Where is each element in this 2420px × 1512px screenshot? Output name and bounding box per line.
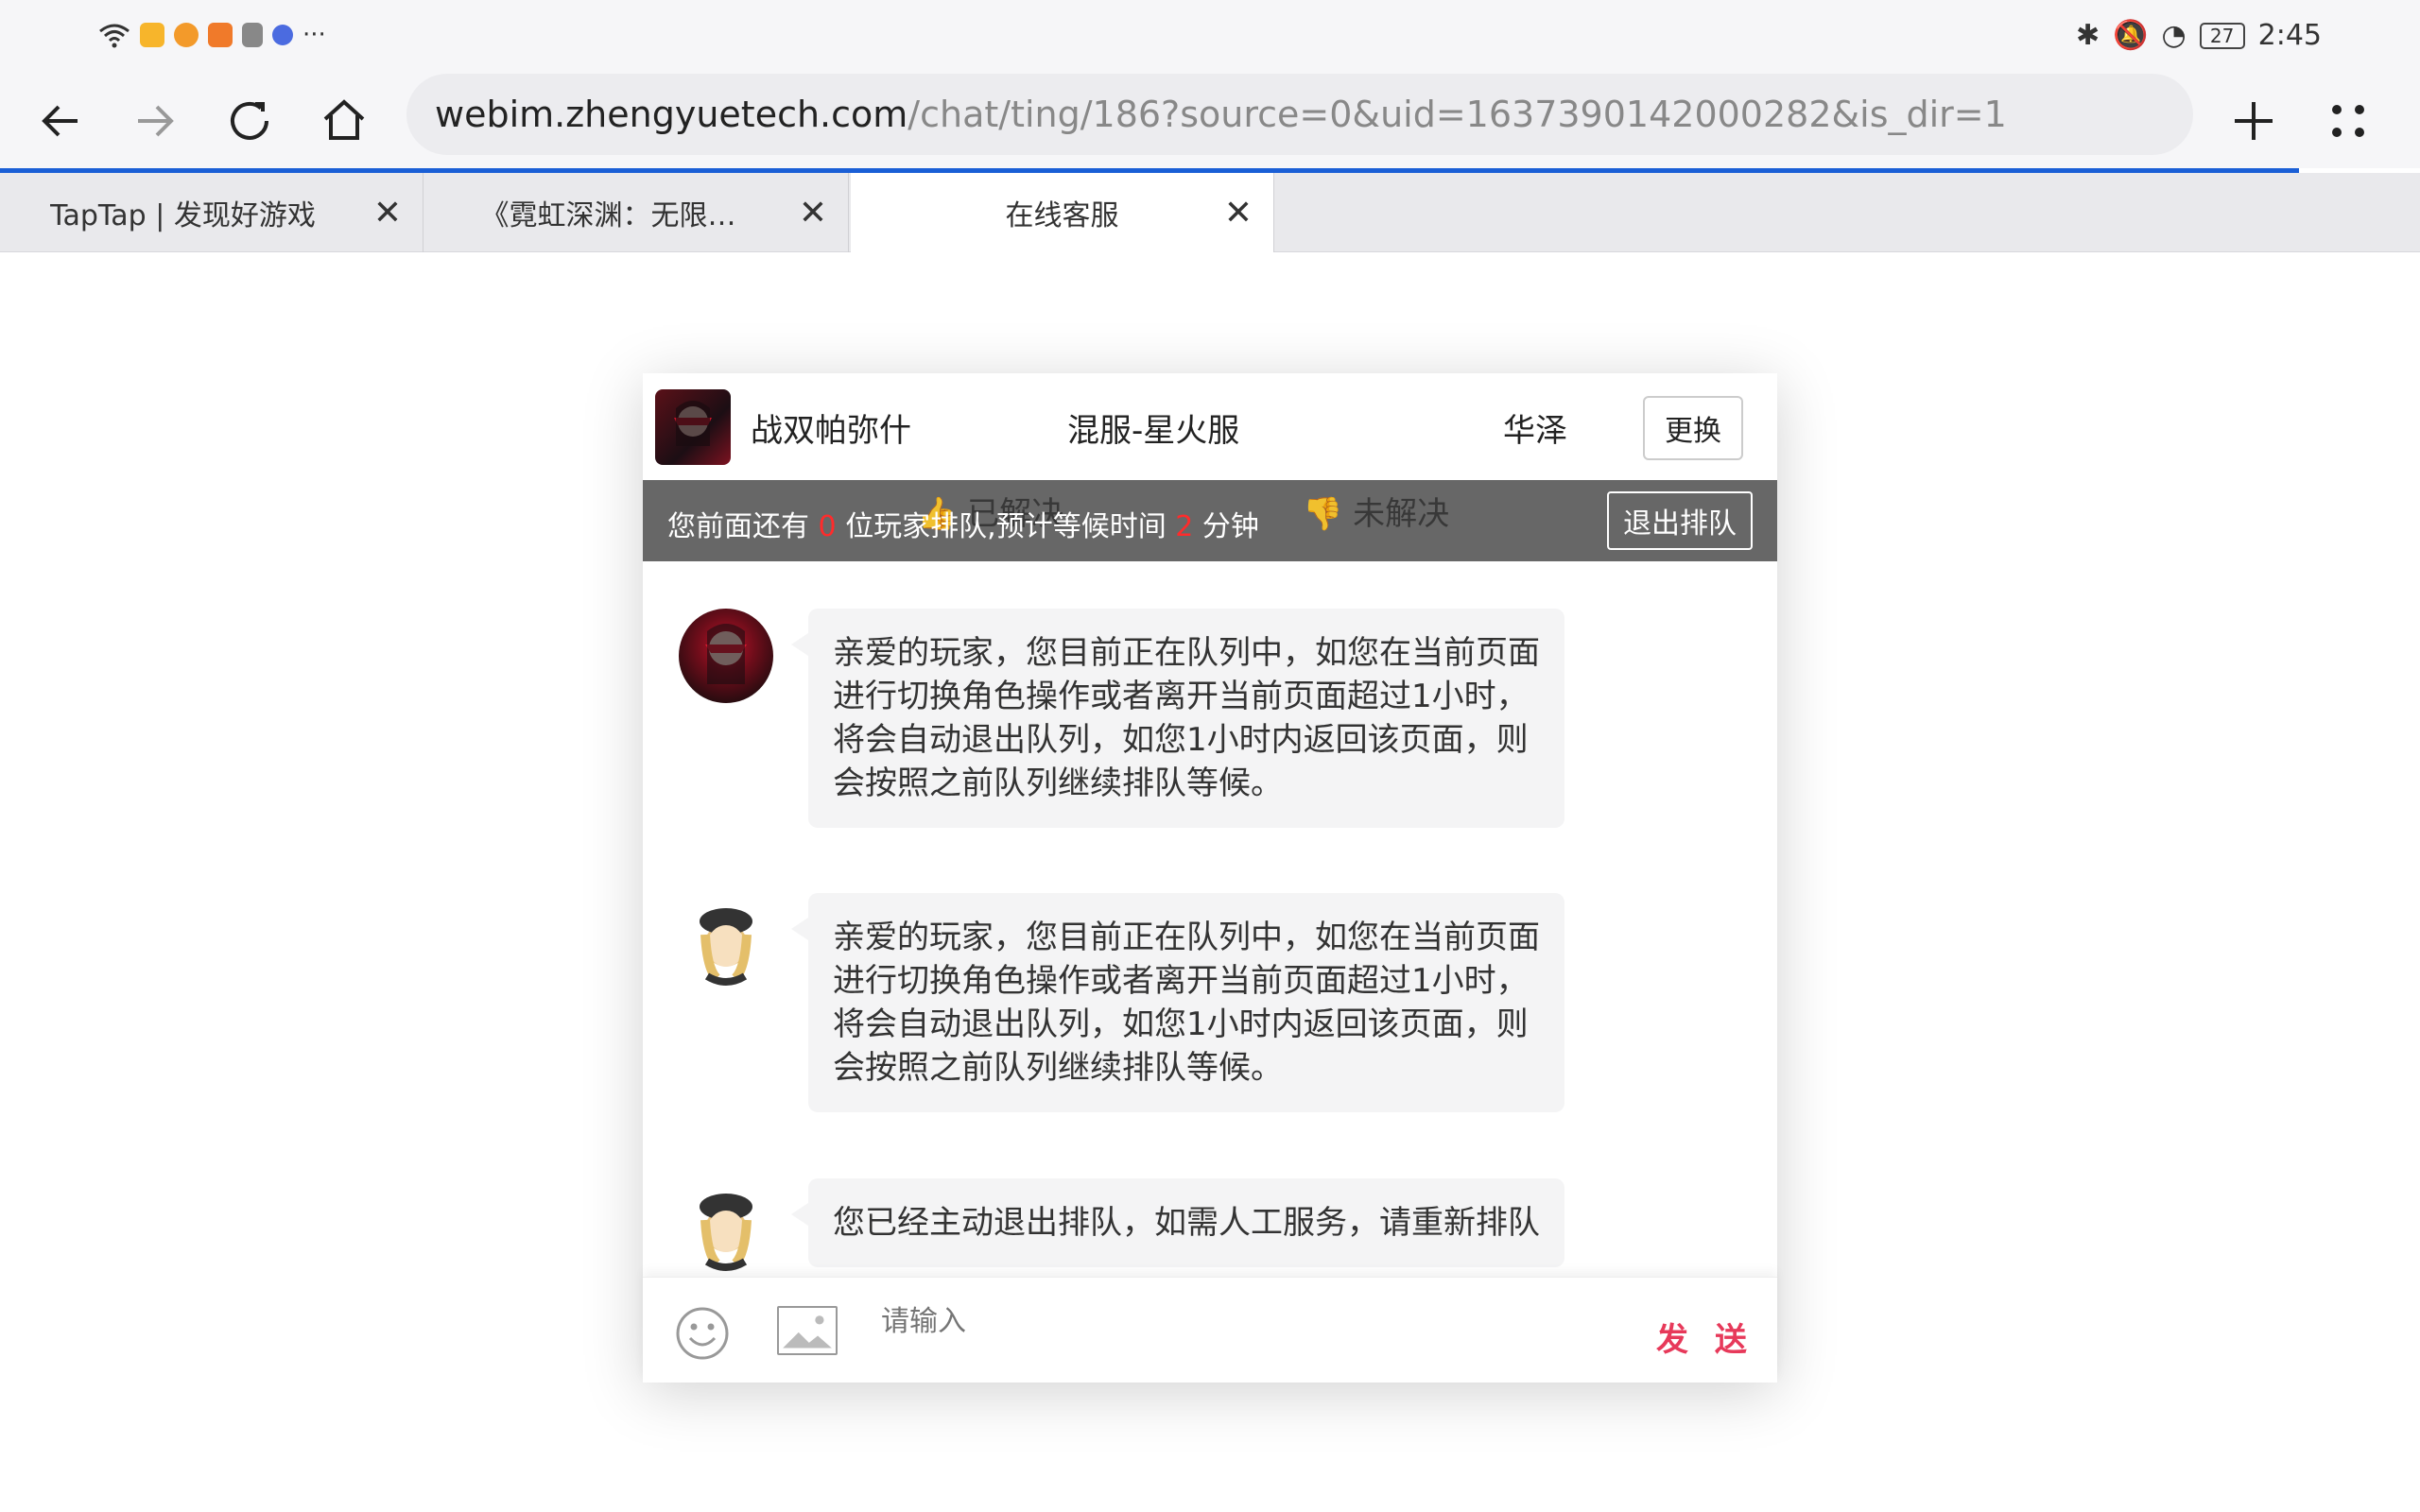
message-input[interactable] (881, 1306, 1448, 1338)
avatar-art-icon (700, 908, 752, 986)
url-host: webim.zhengyuetech.com (435, 94, 908, 135)
status-time: 2:45 (2257, 19, 2322, 52)
wifi-icon (99, 24, 130, 48)
status-icons-left: ··· (98, 21, 326, 49)
emoji-icon[interactable] (675, 1306, 730, 1361)
home-button[interactable] (314, 91, 374, 151)
close-tab-icon[interactable]: ✕ (373, 194, 402, 232)
forward-arrow-icon (138, 105, 174, 137)
chat-panel: 战双帕弥什 混服-星火服 华泽 更换 👍 已解决 👎 未解决 您前面还有 0 位… (643, 373, 1777, 1383)
game-logo (655, 389, 731, 465)
tab-label: 在线客服 (1005, 199, 1119, 232)
message-bubble: 您已经主动退出排队，如需人工服务，请重新排队 (791, 1178, 1564, 1267)
unresolved-label: 未解决 (1353, 495, 1450, 533)
mute-icon: 🔕 (2113, 19, 2149, 52)
grid-menu-icon (2332, 105, 2364, 137)
mail-app-icon (140, 23, 164, 47)
service-avatar (679, 893, 773, 988)
close-tab-icon[interactable]: ✕ (1224, 194, 1253, 232)
back-arrow-icon (42, 105, 78, 137)
message-bubble: 亲爱的玩家，您目前正在队列中，如您在当前页面进行切换角色操作或者离开当前页面超过… (791, 893, 1564, 1112)
tab-online-service[interactable]: 在线客服 ✕ (851, 173, 1274, 252)
queue-banner: 👍 已解决 👎 未解决 您前面还有 0 位玩家排队,预计等候时间 2 分钟 退出… (643, 480, 1777, 561)
queue-count: 0 (818, 510, 837, 543)
status-icons-right: ✱ 🔕 ◔ 27 2:45 (2076, 19, 2322, 52)
server-name: 混服-星火服 (1067, 412, 1240, 450)
status-bar: ··· ✱ 🔕 ◔ 27 2:45 (0, 0, 2420, 74)
service-avatar (679, 609, 773, 703)
chat-header: 战双帕弥什 混服-星火服 华泽 更换 (643, 373, 1777, 480)
game-app-icon (174, 23, 199, 47)
image-upload-icon[interactable] (777, 1306, 838, 1355)
bluetooth-icon: ✱ (2075, 19, 2100, 52)
close-tab-icon[interactable]: ✕ (799, 194, 827, 232)
new-tab-button[interactable] (2223, 91, 2284, 151)
avatar-art-icon (705, 624, 747, 684)
message-list: 亲爱的玩家，您目前正在队列中，如您在当前页面进行切换角色操作或者离开当前页面超过… (643, 561, 1777, 1277)
gamepad-app-icon (208, 23, 233, 47)
home-icon (323, 99, 365, 140)
queue-middle: 位玩家排队,预计等候时间 (845, 510, 1167, 543)
avatar-art-icon (700, 1194, 752, 1271)
queue-suffix: 分钟 (1201, 510, 1259, 543)
url-path: /chat/ting/186?source=0&uid=163739014200… (908, 94, 2007, 135)
speed-icon: ◔ (2161, 19, 2187, 52)
forward-button[interactable] (125, 91, 185, 151)
queue-status-text: 您前面还有 0 位玩家排队,预计等候时间 2 分钟 (667, 503, 1259, 544)
battery-icon: 27 (2199, 22, 2245, 49)
change-role-button[interactable]: 更换 (1643, 396, 1743, 460)
url-bar[interactable]: webim.zhengyuetech.com/chat/ting/186?sou… (406, 74, 2193, 155)
menu-button[interactable] (2318, 91, 2378, 151)
role-name: 华泽 (1503, 412, 1567, 450)
tab-label: TapTap | 发现好游戏 (50, 199, 316, 232)
input-bar: 发 送 (643, 1277, 1777, 1383)
music-app-icon (242, 23, 263, 47)
reload-icon (231, 101, 268, 140)
unresolved-ghost-label: 👎 未解决 (1303, 495, 1450, 533)
more-notifications-icon: ··· (302, 21, 326, 49)
game-logo-art-icon (674, 401, 712, 446)
tab-taptap[interactable]: TapTap | 发现好游戏 ✕ (0, 173, 424, 252)
back-button[interactable] (30, 91, 91, 151)
tab-label: 《霓虹深渊：无限… (480, 199, 736, 232)
tab-strip: TapTap | 发现好游戏 ✕ 《霓虹深渊：无限… ✕ 在线客服 ✕ (0, 173, 2420, 252)
message-bubble: 亲爱的玩家，您目前正在队列中，如您在当前页面进行切换角色操作或者离开当前页面超过… (791, 609, 1564, 828)
tab-neon-abyss[interactable]: 《霓虹深渊：无限… ✕ (425, 173, 849, 252)
browser-app-icon (272, 25, 293, 45)
reload-button[interactable] (219, 91, 280, 151)
exit-queue-button[interactable]: 退出排队 (1607, 491, 1753, 550)
plus-icon (2235, 102, 2273, 140)
service-avatar (679, 1178, 773, 1273)
queue-prefix: 您前面还有 (667, 510, 809, 543)
send-button[interactable]: 发 送 (1656, 1314, 1754, 1360)
queue-wait-minutes: 2 (1175, 510, 1194, 543)
game-name: 战双帕弥什 (751, 412, 911, 450)
